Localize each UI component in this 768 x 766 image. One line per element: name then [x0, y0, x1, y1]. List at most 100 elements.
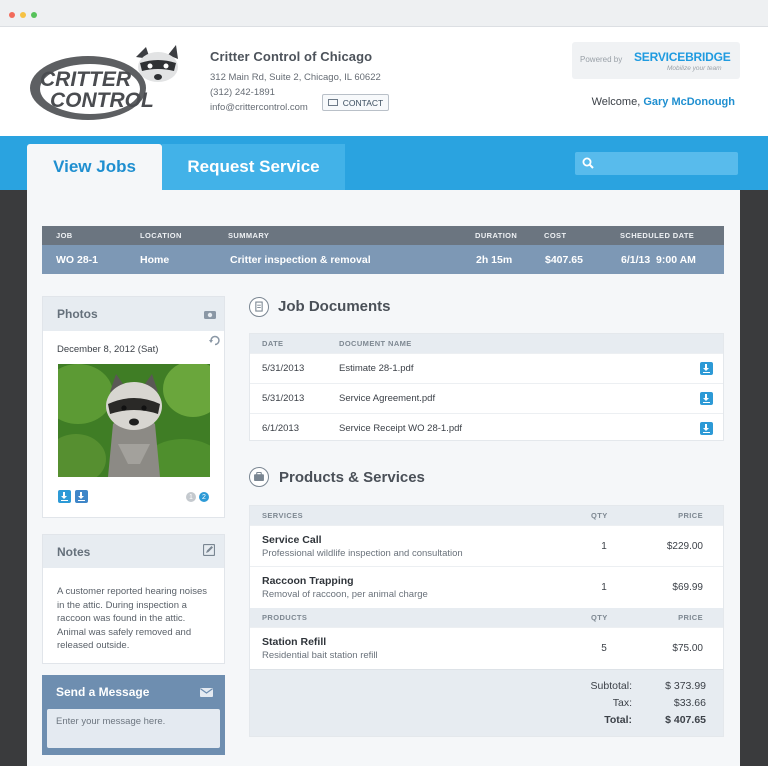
document-name: Service Receipt WO 28-1.pdf: [339, 423, 463, 434]
contact-button[interactable]: CONTACT: [322, 94, 389, 111]
service-description: Removal of raccoon, per animal charge: [262, 589, 428, 600]
notes-card: Notes A customer reported hearing noises…: [42, 534, 225, 664]
user-name-link[interactable]: Gary McDonough: [643, 96, 735, 108]
service-row: Raccoon Trapping Removal of raccoon, per…: [250, 566, 723, 607]
document-row[interactable]: 6/1/2013 Service Receipt WO 28-1.pdf: [250, 413, 723, 443]
rotate-icon[interactable]: [209, 335, 220, 346]
service-price: $69.99: [672, 582, 703, 593]
products-table: SERVICES QTY PRICE Service Call Professi…: [249, 505, 724, 737]
product-qty: 5: [601, 643, 607, 654]
col-qty: QTY: [591, 613, 608, 622]
critter-control-logo[interactable]: CRITTER CONTROL: [28, 43, 183, 123]
service-qty: 1: [601, 582, 607, 593]
maximize-window-dot[interactable]: [31, 12, 37, 18]
service-description: Professional wildlife inspection and con…: [262, 548, 463, 559]
job-summary: Critter inspection & removal: [230, 253, 371, 266]
job-location: Home: [140, 253, 170, 266]
col-document-name: DOCUMENT NAME: [339, 339, 412, 348]
page-header: CRITTER CONTROL Critter Control of Chica…: [0, 27, 768, 136]
download-all-photos-icon[interactable]: [75, 490, 88, 503]
product-price: $75.00: [672, 643, 703, 654]
col-services: SERVICES: [262, 511, 303, 520]
col-date: DATE: [262, 339, 284, 348]
notes-text: A customer reported hearing noises in th…: [57, 586, 207, 651]
products-header: PRODUCTS QTY PRICE: [250, 608, 723, 627]
envelope-icon: [200, 688, 213, 697]
download-document-icon[interactable]: [700, 422, 713, 435]
contact-button-label: CONTACT: [342, 97, 384, 108]
document-date: 5/31/2013: [262, 393, 305, 404]
service-name: Service Call: [262, 534, 322, 546]
documents-table: DATE DOCUMENT NAME 5/31/2013 Estimate 28…: [249, 333, 724, 441]
photos-header: Photos: [43, 297, 224, 331]
col-scheduled-date: SCHEDULED DATE: [620, 231, 695, 240]
welcome-message: Welcome, Gary McDonough: [592, 96, 735, 108]
col-duration: DURATION: [475, 231, 518, 240]
service-price: $229.00: [666, 541, 703, 552]
product-description: Residential bait station refill: [262, 650, 378, 661]
window-titlebar: [0, 0, 768, 27]
edit-note-icon[interactable]: [203, 544, 215, 556]
col-location: LOCATION: [140, 231, 182, 240]
product-row: Station Refill Residential bait station …: [250, 627, 723, 668]
photo-page-1[interactable]: 1: [186, 492, 196, 502]
tax-value: $33.66: [673, 697, 706, 709]
search-icon[interactable]: [582, 157, 594, 169]
subtotal-value: $ 373.99: [665, 680, 706, 692]
download-photo-icon[interactable]: [58, 490, 71, 503]
document-row[interactable]: 5/31/2013 Service Agreement.pdf: [250, 383, 723, 413]
col-cost: COST: [544, 231, 567, 240]
document-date: 6/1/2013: [262, 423, 299, 434]
notes-title: Notes: [57, 544, 91, 559]
briefcase-icon: [249, 467, 269, 487]
welcome-prefix: Welcome,: [591, 96, 641, 108]
send-message-title: Send a Message: [56, 685, 150, 699]
search-input[interactable]: [575, 152, 738, 175]
download-document-icon[interactable]: [700, 392, 713, 405]
products-services-title: Products & Services: [279, 469, 425, 486]
product-name: Station Refill: [262, 636, 327, 648]
tax-label: Tax:: [612, 697, 632, 709]
document-row[interactable]: 5/31/2013 Estimate 28-1.pdf: [250, 353, 723, 383]
powered-by-badge[interactable]: Powered by SERVICEBRIDGE Mobilize your t…: [572, 42, 740, 79]
download-document-icon[interactable]: [700, 362, 713, 375]
col-qty: QTY: [591, 511, 608, 520]
col-summary: SUMMARY: [228, 231, 270, 240]
tab-request-service[interactable]: Request Service: [162, 144, 345, 190]
photo-page-2[interactable]: 2: [199, 492, 209, 502]
job-scheduled-date: 6/1/13 9:00 AM: [621, 253, 696, 266]
send-message-card: Send a Message: [42, 675, 225, 755]
service-name: Raccoon Trapping: [262, 575, 354, 587]
job-table-header: JOB LOCATION SUMMARY DURATION COST SCHED…: [42, 226, 724, 245]
total-value: $ 407.65: [665, 714, 706, 726]
job-row[interactable]: WO 28-1 Home Critter inspection & remova…: [42, 245, 724, 274]
total-label: Total:: [604, 714, 632, 726]
message-input[interactable]: [47, 709, 220, 748]
notes-header: Notes: [43, 535, 224, 568]
document-date: 5/31/2013: [262, 363, 305, 374]
totals-section: Subtotal: $ 373.99 Tax: $33.66 Total: $ …: [250, 669, 723, 736]
servicebridge-brand: SERVICEBRIDGE: [634, 50, 731, 64]
photos-title: Photos: [57, 307, 98, 321]
document-name: Service Agreement.pdf: [339, 393, 436, 404]
document-icon: [249, 297, 269, 317]
close-window-dot[interactable]: [9, 12, 15, 18]
company-address: 312 Main Rd, Suite 2, Chicago, IL 60622: [210, 72, 381, 83]
document-name: Estimate 28-1.pdf: [339, 363, 414, 374]
company-name: Critter Control of Chicago: [210, 49, 373, 64]
logo-text-control: CONTROL: [50, 89, 154, 112]
job-duration: 2h 15m: [476, 253, 513, 266]
service-qty: 1: [601, 541, 607, 552]
job-documents-title: Job Documents: [278, 298, 391, 315]
minimize-window-dot[interactable]: [20, 12, 26, 18]
photo-date: December 8, 2012 (Sat): [57, 344, 159, 355]
raccoon-photo[interactable]: [58, 364, 210, 477]
tab-view-jobs[interactable]: View Jobs: [27, 144, 162, 190]
camera-icon[interactable]: [204, 309, 216, 319]
col-price: PRICE: [678, 613, 703, 622]
envelope-icon: [327, 99, 338, 106]
job-cost: $407.65: [545, 253, 583, 266]
col-price: PRICE: [678, 511, 703, 520]
col-job: JOB: [56, 231, 73, 240]
services-header: SERVICES QTY PRICE: [250, 506, 723, 525]
